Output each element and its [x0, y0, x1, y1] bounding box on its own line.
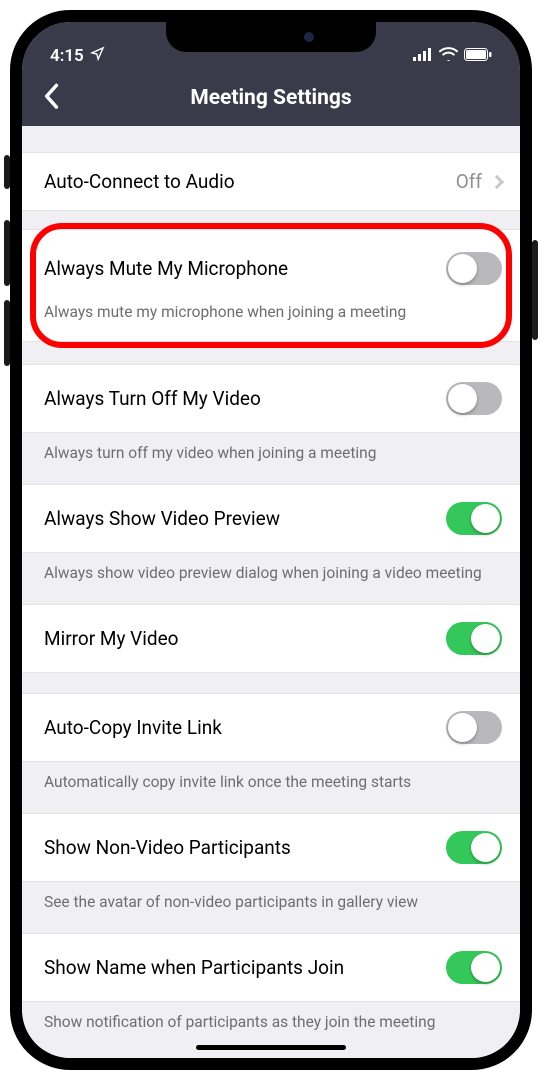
chevron-right-icon	[490, 174, 504, 188]
notch	[166, 22, 376, 52]
row-description: Always mute my microphone when joining a…	[22, 302, 520, 342]
screen: 4:15 Meeting Setti	[22, 22, 520, 1058]
row-description: See the avatar of non-video participants…	[22, 882, 520, 913]
status-time: 4:15	[50, 46, 84, 66]
row-auto-copy-link[interactable]: Auto-Copy Invite Link	[22, 693, 520, 762]
toggle-show-name-join[interactable]	[446, 951, 502, 984]
row-always-turn-off-video[interactable]: Always Turn Off My Video	[22, 364, 520, 433]
wifi-icon	[439, 46, 458, 66]
row-description: Automatically copy invite link once the …	[22, 762, 520, 793]
nav-header: Meeting Settings	[22, 70, 520, 126]
row-title: Mirror My Video	[44, 627, 179, 650]
row-title: Always Show Video Preview	[44, 507, 280, 530]
toggle-always-turn-off-video[interactable]	[446, 382, 502, 415]
toggle-always-show-preview[interactable]	[446, 502, 502, 535]
phone-frame: 4:15 Meeting Setti	[10, 10, 532, 1070]
phone-power-button	[532, 240, 538, 340]
row-auto-connect-audio[interactable]: Auto-Connect to Audio Off	[22, 152, 520, 211]
cellular-icon	[413, 46, 433, 66]
battery-icon	[464, 46, 492, 66]
row-title: Always Turn Off My Video	[44, 387, 261, 410]
row-description: Show notification of participants as the…	[22, 1002, 520, 1033]
row-description: Always show video preview dialog when jo…	[22, 553, 520, 584]
row-mirror-video[interactable]: Mirror My Video	[22, 604, 520, 673]
content[interactable]: Auto-Connect to Audio Off Always Mute My…	[22, 126, 520, 1058]
toggle-mirror-video[interactable]	[446, 622, 502, 655]
page-title: Meeting Settings	[190, 86, 351, 110]
highlighted-setting: Always Mute My Microphone Always mute my…	[22, 229, 520, 342]
row-description: Always turn off my video when joining a …	[22, 433, 520, 464]
toggle-auto-copy-link[interactable]	[446, 711, 502, 744]
row-title: Auto-Connect to Audio	[44, 170, 235, 193]
row-always-show-preview[interactable]: Always Show Video Preview	[22, 484, 520, 553]
back-button[interactable]	[36, 81, 66, 111]
row-value: Off	[456, 170, 482, 193]
row-show-nonvideo[interactable]: Show Non-Video Participants	[22, 813, 520, 882]
location-icon	[90, 46, 105, 66]
row-always-mute-mic[interactable]: Always Mute My Microphone	[22, 229, 520, 302]
toggle-always-mute-mic[interactable]	[446, 252, 502, 285]
row-title: Always Mute My Microphone	[44, 257, 288, 280]
home-indicator[interactable]	[196, 1045, 346, 1050]
chevron-left-icon	[42, 83, 60, 109]
row-title: Auto-Copy Invite Link	[44, 716, 222, 739]
row-title: Show Non-Video Participants	[44, 836, 291, 859]
toggle-show-nonvideo[interactable]	[446, 831, 502, 864]
row-show-name-join[interactable]: Show Name when Participants Join	[22, 933, 520, 1002]
front-camera-icon	[304, 32, 314, 42]
row-title: Show Name when Participants Join	[44, 956, 344, 979]
